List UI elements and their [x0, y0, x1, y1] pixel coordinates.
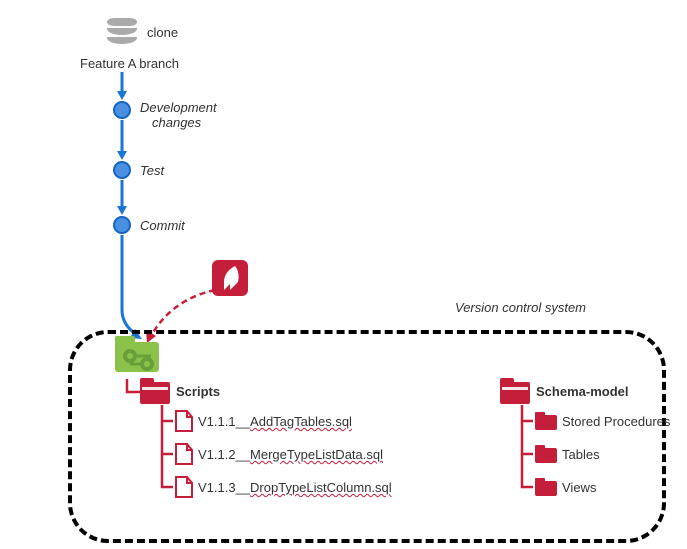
step-test-label: Test — [140, 163, 164, 178]
step-dot-commit — [114, 217, 130, 233]
folder-icon — [535, 412, 557, 430]
file-icon — [175, 443, 193, 465]
folder-icon — [535, 445, 557, 463]
schema-item-1: Stored Procedures — [562, 414, 670, 429]
script-file-2: V1.1.2__MergeTypeListData.sql — [198, 447, 383, 462]
folder-icon — [500, 378, 530, 404]
folder-icon — [140, 378, 170, 404]
folder-icon — [535, 478, 557, 496]
project-folder-icon — [115, 336, 159, 374]
step-dot-dev — [114, 102, 130, 118]
step-dev-label: Developmentchanges — [140, 100, 217, 130]
file-icon — [175, 476, 193, 498]
step-dot-test — [114, 162, 130, 178]
schema-label: Schema-model — [536, 384, 628, 399]
script-file-3: V1.1.3__DropTypeListColumn.sql — [198, 480, 392, 495]
script-file-1: V1.1.1__AddTagTables.sql — [198, 414, 352, 429]
step-commit-label: Commit — [140, 218, 185, 233]
scripts-label: Scripts — [176, 384, 220, 399]
vcs-title: Version control system — [455, 300, 586, 315]
migration-tool-icon — [212, 260, 248, 296]
file-icon — [175, 410, 193, 432]
schema-item-2: Tables — [562, 447, 600, 462]
schema-item-3: Views — [562, 480, 596, 495]
